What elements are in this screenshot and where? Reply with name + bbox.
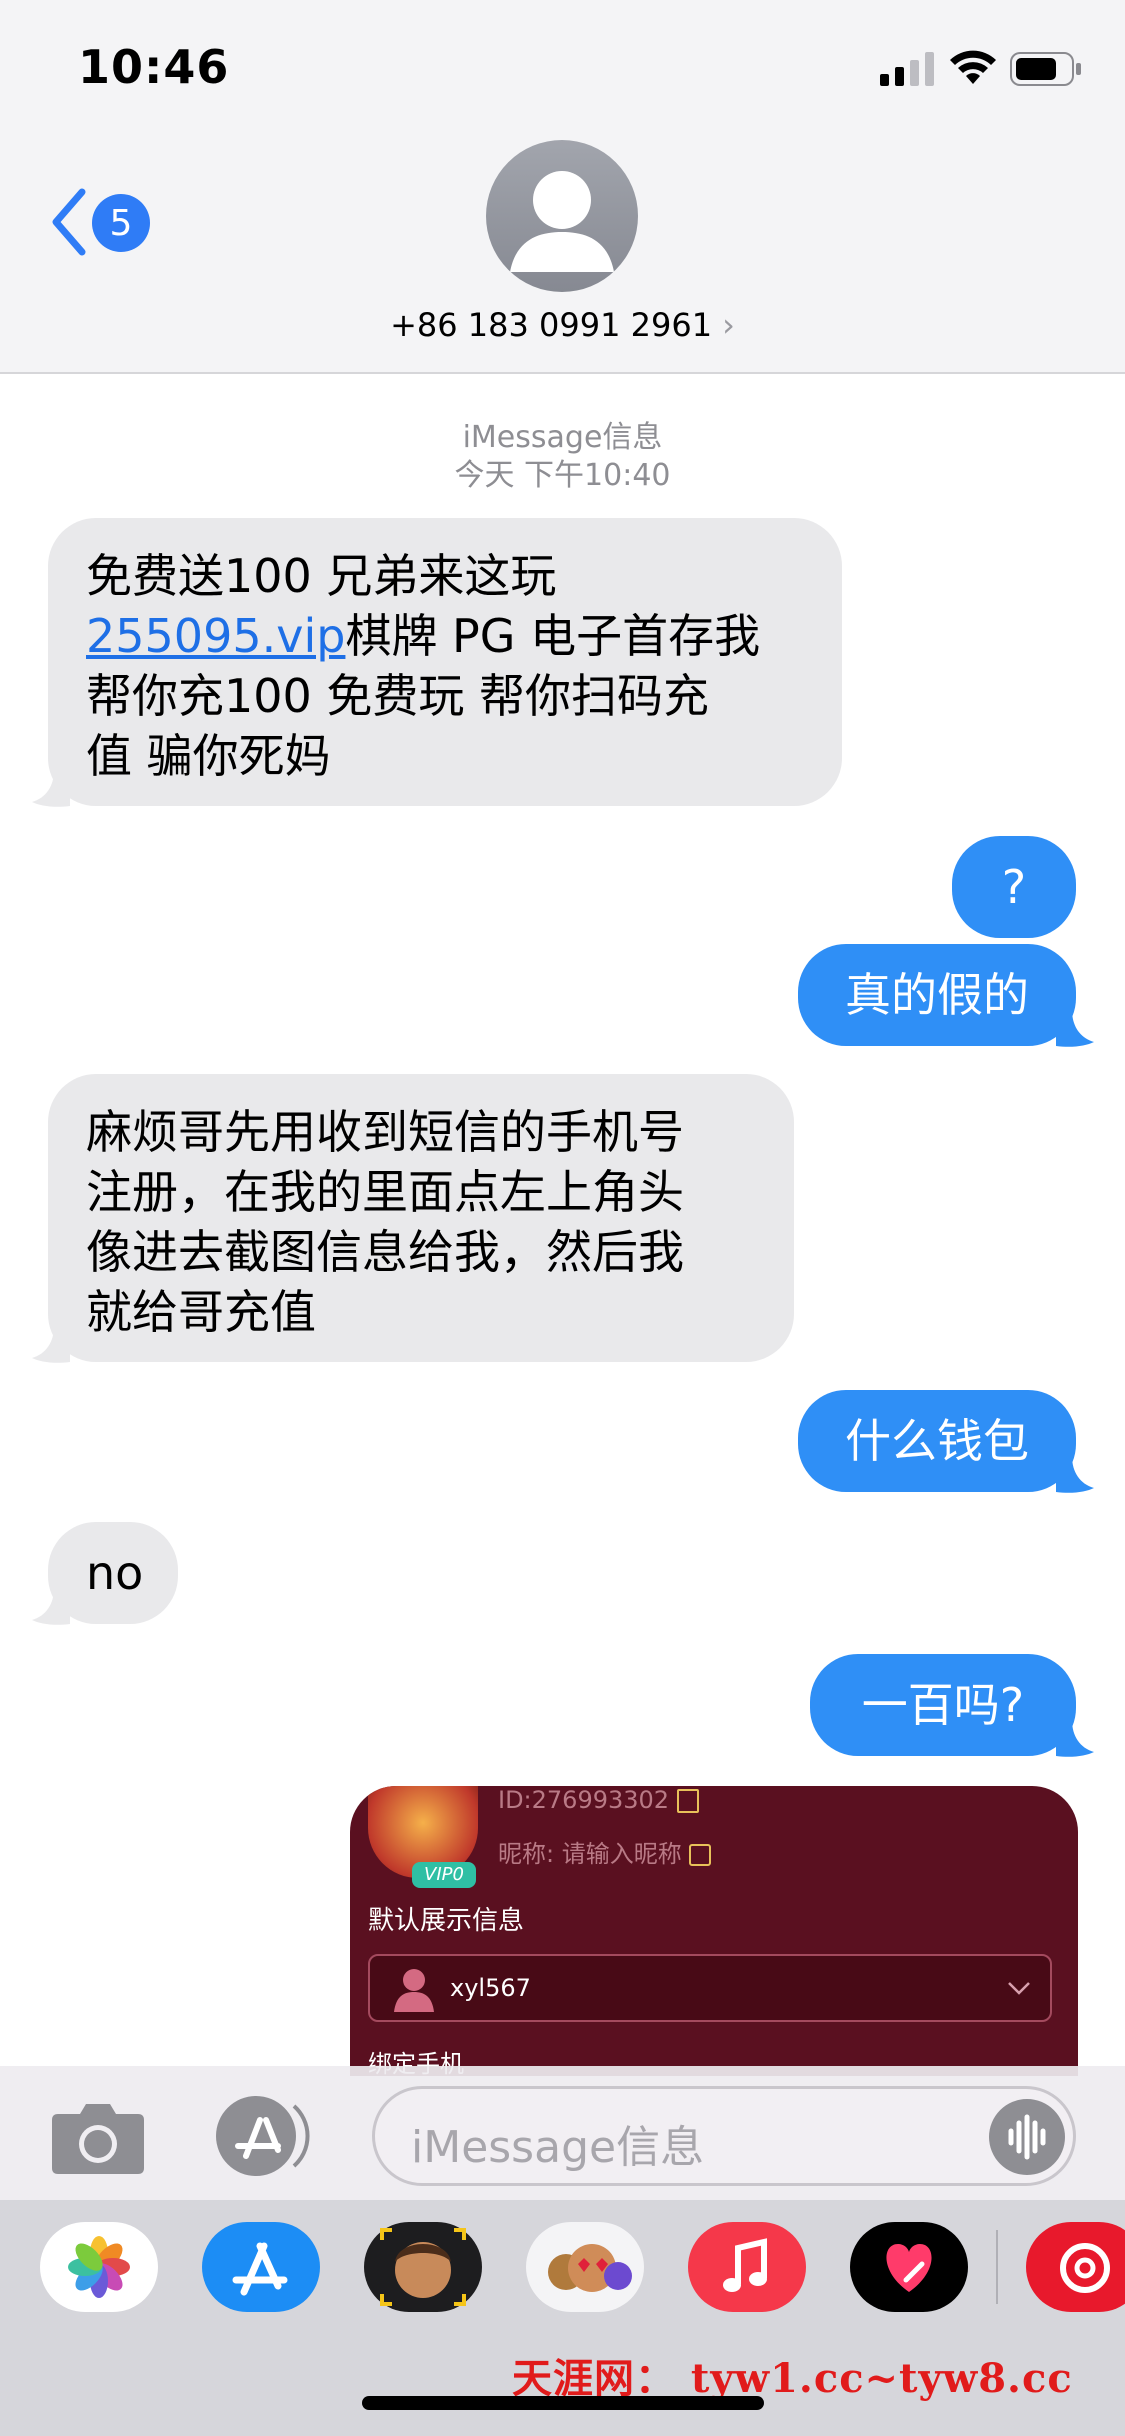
contact-name: +86 183 0991 2961 [390,306,713,344]
person-icon [510,171,614,272]
chevron-left-icon [52,188,86,256]
conversation-header: 5 +86 183 0991 2961 › [0,140,1125,374]
bubble-tail [1056,1720,1094,1757]
netease-music-icon[interactable] [1026,2222,1125,2312]
message-text: ? [1001,860,1027,914]
photos-icon[interactable] [40,2222,158,2312]
image-attachment[interactable]: VIP0 ID:276993302 昵称: 请输入昵称 默认展示信息 xyl56… [350,1786,1078,2076]
contact-name-row[interactable]: +86 183 0991 2961 › [0,306,1125,344]
digital-touch-icon[interactable] [850,2222,968,2312]
status-bar: 10:46 [0,0,1125,140]
memoji-stickers-icon[interactable] [526,2222,644,2312]
vip-badge: VIP0 [412,1862,476,1888]
message-text: 就给哥充值 [86,1285,316,1339]
user-id-text: ID:276993302 [498,1786,699,1814]
message-text: 值 骗你死妈 [86,729,331,783]
wifi-icon [950,50,996,84]
bubble-tail [32,770,70,807]
message-bubble-outgoing[interactable]: 真的假的 [798,944,1076,1046]
message-link[interactable]: 255095.vip [86,609,345,663]
app-store-icon[interactable] [202,2222,320,2312]
unread-badge: 5 [92,194,150,252]
user-icon [394,1969,434,2012]
music-icon[interactable] [688,2222,806,2312]
drawer-divider [996,2230,998,2304]
section-label: 默认展示信息 [368,1906,525,1936]
audio-message-button[interactable] [989,2099,1065,2175]
message-bubble-outgoing[interactable]: 什么钱包 [798,1390,1076,1492]
compose-bar: iMessage信息 [0,2066,1125,2200]
input-placeholder: iMessage信息 [411,2122,705,2173]
contact-avatar[interactable] [486,140,638,292]
message-bubble-incoming[interactable]: 免费送100 兄弟来这玩 255095.vip棋牌 PG 电子首存我 帮你充10… [48,518,842,806]
nickname-text: 昵称: 请输入昵称 [498,1834,712,1869]
account-field: xyl567 [368,1954,1052,2022]
username-text: xyl567 [450,1974,531,2002]
message-text: 免费送100 兄弟来这玩 [86,549,557,603]
bubble-tail [1056,1010,1094,1047]
message-text: 一百吗? [861,1678,1025,1732]
battery-icon [1010,52,1081,86]
message-text: 帮你充100 免费玩 帮你扫码充 [86,669,710,723]
message-bubble-outgoing[interactable]: 一百吗? [810,1654,1076,1756]
app-store-drawer-icon[interactable] [210,2094,314,2178]
back-button[interactable]: 5 [50,182,160,262]
memoji-camera-icon[interactable] [364,2222,482,2312]
message-text: no [86,1546,144,1600]
message-text: 麻烦哥先用收到短信的手机号 [86,1105,684,1159]
thread-timestamp: 今天 下午10:40 [454,458,671,493]
bubble-tail [32,1326,70,1363]
message-bubble-outgoing[interactable]: ? [952,836,1076,938]
edit-icon [689,1844,712,1866]
imessage-app-drawer: 天涯网： tyw1.cc~tyw8.cc [0,2200,1125,2436]
message-text: 像进去截图信息给我，然后我 [86,1225,684,1279]
bubble-tail [32,1588,70,1625]
chevron-right-icon: › [722,306,735,344]
message-bubble-incoming[interactable]: 麻烦哥先用收到短信的手机号 注册，在我的里面点左上角头 像进去截图信息给我，然后… [48,1074,794,1362]
copy-icon [676,1789,699,1813]
message-text: 棋牌 PG 电子首存我 [345,609,761,663]
home-indicator[interactable] [362,2396,764,2410]
message-text: 什么钱包 [845,1414,1029,1468]
cellular-signal-icon [880,52,934,86]
bubble-tail [1056,1456,1094,1493]
waveform-icon [1008,2114,1046,2160]
chevron-down-icon [1008,1982,1030,1995]
message-text: 注册，在我的里面点左上角头 [86,1165,684,1219]
message-input[interactable]: iMessage信息 [372,2086,1076,2186]
status-time: 10:46 [78,40,230,94]
camera-icon[interactable] [50,2100,146,2176]
message-text: 真的假的 [845,968,1029,1022]
